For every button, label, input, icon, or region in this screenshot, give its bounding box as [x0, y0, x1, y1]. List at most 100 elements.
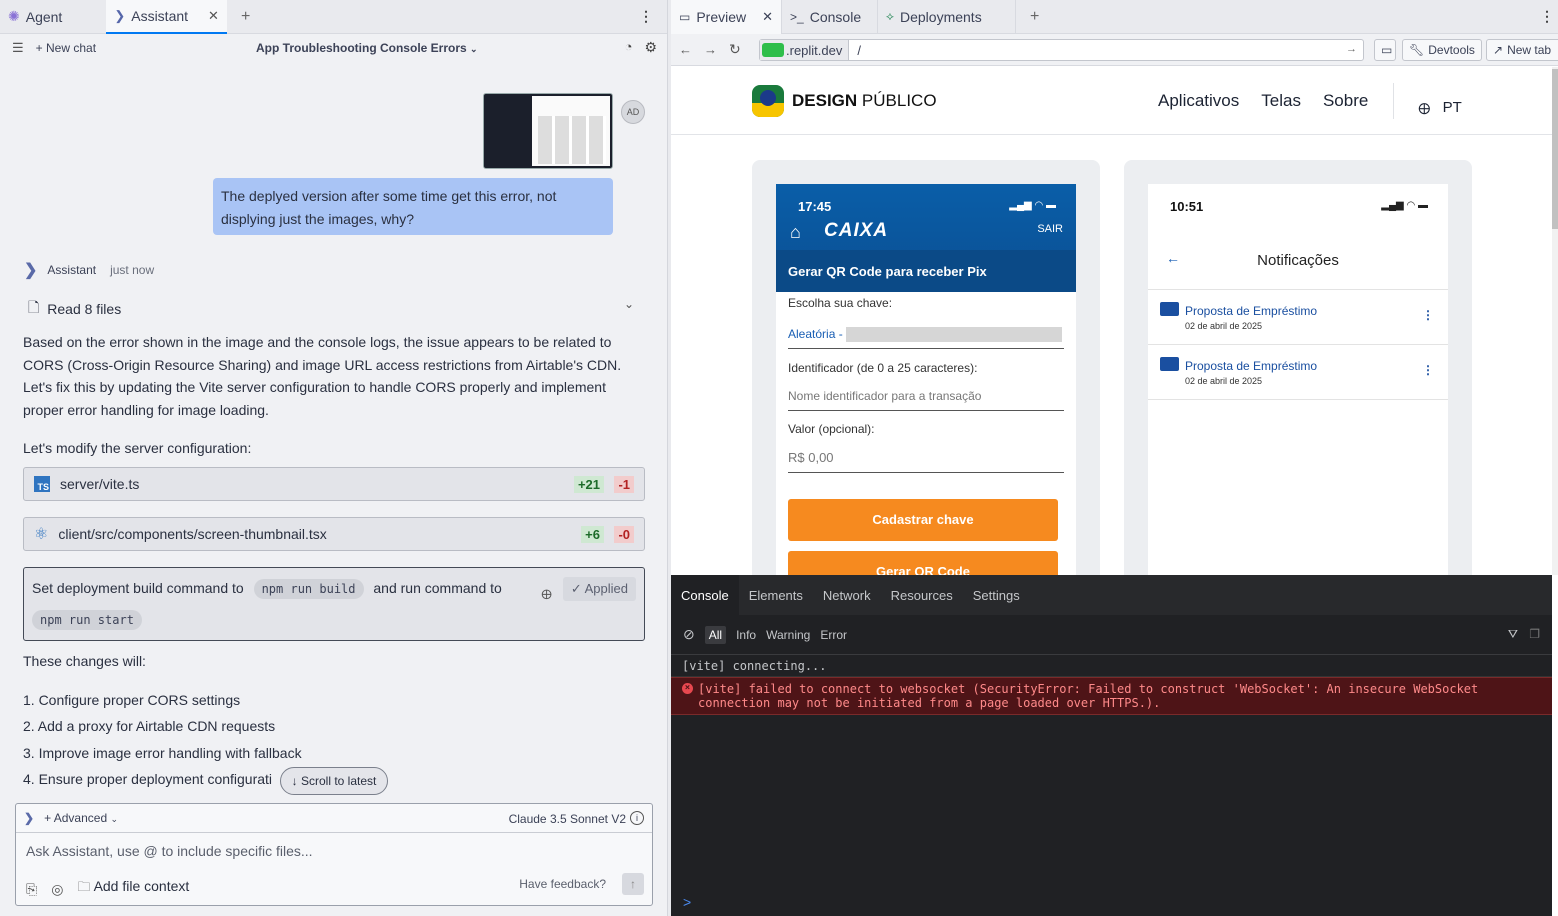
more-options-icon: ⋮: [1422, 363, 1434, 377]
list-item: Proposta de Empréstimo 02 de abril de 20…: [1148, 290, 1448, 345]
identifier-label: Identificador (de 0 a 25 caracteres):: [788, 361, 978, 375]
history-icon[interactable]: ☰: [12, 40, 24, 56]
target-icon[interactable]: ◎: [51, 881, 63, 898]
react-icon: ⚛: [34, 526, 49, 543]
go-arrow-icon[interactable]: →: [1346, 43, 1357, 55]
tab-preview[interactable]: ▭ Preview ✕: [671, 0, 783, 34]
url-field[interactable]: .replit.dev / →: [759, 39, 1364, 61]
file-change-server-vite[interactable]: TS server/vite.ts +21 -1: [23, 467, 645, 501]
chat-input[interactable]: Ask Assistant, use @ to include specific…: [26, 843, 313, 859]
assistant-header: ❯ Assistant just now: [24, 260, 154, 280]
deploy-text-1: Set deployment build command to: [32, 580, 244, 596]
notificacoes-header: 10:51 ▂▄▆ ◠ ▬ ← Notificações: [1148, 184, 1448, 290]
forward-icon[interactable]: →: [704, 42, 717, 57]
changes-heading: These changes will:: [23, 653, 146, 669]
send-arrow-icon[interactable]: ↑: [622, 873, 644, 895]
reload-icon[interactable]: ↻: [729, 41, 741, 58]
language-selector[interactable]: 🜨 PT: [1418, 92, 1462, 123]
lines-removed: -1: [614, 475, 634, 493]
speed-icon[interactable]: ◔: [625, 39, 633, 56]
close-icon[interactable]: ✕: [762, 9, 773, 25]
file-name: server/vite.ts: [60, 476, 140, 492]
lines-removed: -0: [614, 525, 634, 543]
chevron-down-icon[interactable]: ⌄: [624, 297, 634, 311]
workspace: ✺ Agent ❯ Assistant ✕ + ⋮ ☰ + New chat A…: [0, 0, 1558, 916]
filter-info[interactable]: Info: [736, 628, 756, 642]
scroll-to-latest-button[interactable]: ↓ Scroll to latest: [280, 767, 388, 795]
more-options-icon[interactable]: ⋮: [1540, 8, 1554, 25]
new-chat-button[interactable]: + New chat: [36, 41, 96, 55]
assistant-paragraph-2: Let's modify the server configuration:: [23, 440, 252, 456]
chat-title[interactable]: App Troubleshooting Console Errors ⌄: [256, 41, 478, 55]
mail-icon: [1160, 302, 1179, 316]
filter-error[interactable]: Error: [820, 628, 847, 642]
mode-selector[interactable]: + Advanced ⌄: [44, 811, 118, 825]
notificacoes-screen: 10:51 ▂▄▆ ◠ ▬ ← Notificações Proposta de…: [1148, 184, 1448, 575]
filter-warning[interactable]: Warning: [766, 628, 810, 642]
filter-all[interactable]: All: [704, 625, 727, 644]
tab-deployments[interactable]: ⟡ Deployments: [878, 0, 1017, 34]
right-tabbar: ▭ Preview ✕ >_ Console ⟡ Deployments + ⋮: [671, 0, 1558, 34]
screen-card-notificacoes[interactable]: 10:51 ▂▄▆ ◠ ▬ ← Notificações Proposta de…: [1124, 160, 1472, 575]
site-logo[interactable]: [752, 85, 784, 117]
preview-scrollbar[interactable]: [1552, 67, 1558, 575]
device-icon[interactable]: ▭: [1374, 39, 1396, 61]
copy-icon[interactable]: ❐: [1529, 627, 1540, 641]
deploy-line-2: npm run start: [32, 610, 142, 630]
list-item: 4. Ensure proper deployment configurati: [23, 771, 273, 787]
new-tab-external-button[interactable]: ↗ New tab: [1486, 39, 1558, 61]
nav-sobre[interactable]: Sobre: [1323, 91, 1368, 111]
tab-resources[interactable]: Resources: [881, 575, 963, 615]
tab-agent[interactable]: ✺ Agent: [0, 0, 70, 34]
new-tab-button[interactable]: +: [227, 8, 264, 26]
devtools-panel: Console Elements Network Resources Setti…: [671, 575, 1552, 916]
scrollbar-thumb[interactable]: [1552, 69, 1558, 229]
file-change-screen-thumbnail[interactable]: ⚛ client/src/components/screen-thumbnail…: [23, 517, 645, 551]
console-prompt[interactable]: >: [683, 894, 691, 910]
build-command: npm run build: [253, 579, 364, 599]
attach-icon[interactable]: ⎘: [26, 881, 37, 898]
devtools-button[interactable]: 🔧︎ Devtools: [1402, 39, 1482, 61]
feedback-link[interactable]: Have feedback?: [519, 877, 606, 891]
gear-icon[interactable]: ⚙: [644, 39, 657, 56]
composer-toolbar: ❯ + Advanced ⌄ Claude 3.5 Sonnet V2 i: [16, 804, 652, 833]
info-icon[interactable]: i: [630, 811, 644, 825]
new-tab-button[interactable]: +: [1016, 8, 1053, 26]
caixa-logo: CAIXA: [824, 220, 889, 241]
more-options-icon: ⋮: [1422, 308, 1434, 322]
nav-aplicativos[interactable]: Aplicativos: [1158, 91, 1239, 111]
screen-card-caixa[interactable]: 17:45 ▂▄▆ ◠ ▬ ⌂ CAIXA SAIR Gerar QR Code…: [752, 160, 1100, 575]
tab-network[interactable]: Network: [813, 575, 881, 615]
assistant-paragraph: Based on the error shown in the image an…: [23, 334, 622, 418]
file-name: client/src/components/screen-thumbnail.t…: [58, 526, 327, 542]
agent-icon: ✺: [8, 8, 20, 24]
tab-assistant[interactable]: ❯ Assistant ✕: [106, 0, 227, 34]
site-header: DESIGN PÚBLICO Aplicativos Telas Sobre 🜨…: [671, 67, 1558, 135]
tab-elements[interactable]: Elements: [739, 575, 813, 615]
tab-console[interactable]: Console: [671, 575, 739, 615]
list-item: 1. Configure proper CORS settings: [23, 692, 241, 708]
field-underline: [788, 348, 1064, 349]
assistant-logo-icon: ❯: [24, 262, 38, 279]
model-selector[interactable]: Claude 3.5 Sonnet V2: [509, 812, 626, 826]
read-files-summary[interactable]: 🗋 Read 8 files ⌄: [28, 297, 638, 321]
site-brand[interactable]: DESIGN PÚBLICO: [792, 91, 937, 111]
attached-screenshot[interactable]: [483, 93, 613, 169]
more-options-icon[interactable]: ⋮: [639, 8, 653, 25]
filter-icon[interactable]: ⛛: [1508, 627, 1518, 642]
nav-telas[interactable]: Telas: [1261, 91, 1301, 111]
deploy-text-2: and run command to: [373, 580, 502, 596]
monitor-icon: ▭: [679, 9, 691, 24]
add-file-context-button[interactable]: 🗀 Add file context: [77, 878, 189, 900]
external-link-icon: ↗: [1493, 43, 1504, 57]
clear-console-icon[interactable]: ⊘: [683, 626, 695, 643]
close-icon[interactable]: ✕: [208, 8, 219, 24]
back-icon[interactable]: ←: [679, 42, 692, 57]
list-item: Proposta de Empréstimo 02 de abril de 20…: [1148, 345, 1448, 400]
tab-settings[interactable]: Settings: [963, 575, 1030, 615]
url-path: /: [857, 42, 861, 58]
tab-console[interactable]: >_ Console: [782, 0, 879, 34]
notification-date: 02 de abril de 2025: [1185, 321, 1263, 331]
caixa-header: 17:45 ▂▄▆ ◠ ▬ ⌂ CAIXA SAIR Gerar QR Code…: [776, 184, 1076, 292]
key-value: Aleatória -: [788, 327, 1063, 343]
